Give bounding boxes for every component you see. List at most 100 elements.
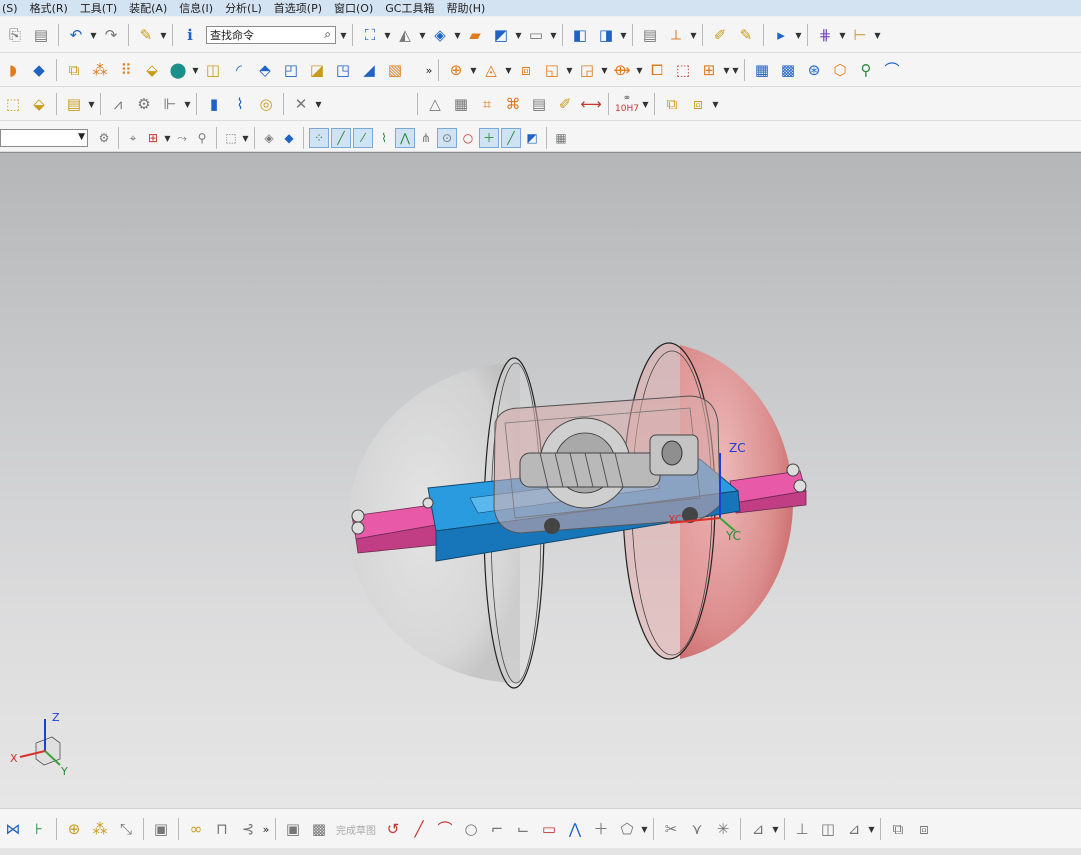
line-icon[interactable]: ╱ [407, 817, 431, 841]
chamfer-icon[interactable]: ⬘ [253, 58, 277, 82]
make-corner-icon[interactable]: ✳ [711, 817, 735, 841]
dimension-line-icon[interactable]: ⟷ [579, 92, 603, 116]
geometric-constraint-icon[interactable]: ⊥ [790, 817, 814, 841]
gc-assembly-2-icon[interactable]: ⧈ [686, 92, 710, 116]
auto-constraint-dropdown-icon[interactable]: ▼ [867, 817, 876, 841]
snap-icon[interactable]: ▸ [769, 23, 793, 47]
more-dropdown-icon[interactable]: ▼ [731, 58, 740, 82]
type-filter-select[interactable]: ▼ [0, 129, 88, 147]
fit-view-icon[interactable]: ⛶ [358, 23, 382, 47]
rectangle-select-dropdown-icon[interactable]: ▼ [241, 126, 250, 150]
gc-gear-icon[interactable]: ⚙ [132, 92, 156, 116]
sequence-icon[interactable]: ⬚ [671, 58, 695, 82]
fit-tolerance-dropdown-icon[interactable]: ▼ [641, 92, 650, 116]
menu-item-window[interactable]: 窗口(O) [334, 0, 373, 16]
point-icon[interactable]: ＋ [589, 817, 613, 841]
pipe-icon[interactable]: ⊓ [210, 817, 234, 841]
ruler-dropdown-icon[interactable]: ▼ [873, 23, 882, 47]
menu-item-gc-toolbox[interactable]: GC工具箱 [385, 0, 434, 16]
gc-rename-icon[interactable]: ⬙ [27, 92, 51, 116]
wave-link-icon[interactable]: ⟴ [610, 58, 634, 82]
more-toolbar-icon[interactable]: » [424, 64, 434, 77]
gc-view-icon[interactable]: ⌘ [501, 92, 525, 116]
mirror-dropdown-icon[interactable]: ▼ [565, 58, 574, 82]
combine-icon[interactable]: ⬙ [140, 58, 164, 82]
select-feature-icon[interactable]: ⌖ [124, 129, 142, 147]
gc-abc-icon[interactable]: ▤ [62, 92, 86, 116]
grid-icon[interactable]: ▦ [552, 129, 570, 147]
menu-item-assembly[interactable]: 装配(A) [129, 0, 167, 16]
layer-dropdown-icon[interactable]: ▼ [514, 23, 523, 47]
unite-dropdown-icon[interactable]: ▼ [191, 58, 200, 82]
center-snap-icon[interactable]: ⊙ [437, 128, 457, 148]
quick-extend-icon[interactable]: ⋎ [685, 817, 709, 841]
circle-icon[interactable]: ○ [459, 817, 483, 841]
gc-part-icon[interactable]: ⬚ [1, 92, 25, 116]
note-icon[interactable]: ▤ [527, 92, 551, 116]
gc-coil-spring-icon[interactable]: ⌇ [228, 92, 252, 116]
quadrant-snap-icon[interactable]: ○ [459, 129, 477, 147]
gc-fastener-icon[interactable]: ✕ [289, 92, 313, 116]
model-canvas[interactable]: ZC YC XC Z X Y [0, 153, 1081, 809]
assembly-add-icon[interactable]: ⊕ [444, 58, 468, 82]
menu-item-preferences[interactable]: 首选项(P) [274, 0, 322, 16]
n-sided-icon[interactable]: ⬡ [828, 58, 852, 82]
background-dropdown-icon[interactable]: ▼ [549, 23, 558, 47]
move-component-icon[interactable]: ⧈ [514, 58, 538, 82]
brush-icon[interactable]: ✐ [553, 92, 577, 116]
shaded-view-icon[interactable]: ◭ [393, 23, 417, 47]
dimension-sketch-dropdown-icon[interactable]: ▼ [771, 817, 780, 841]
shaded-view-dropdown-icon[interactable]: ▼ [418, 23, 427, 47]
background-icon[interactable]: ▭ [524, 23, 548, 47]
dimension-icon[interactable]: ⋕ [813, 23, 837, 47]
display-edit-icon[interactable]: ✎ [734, 23, 758, 47]
gc-abc-dropdown-icon[interactable]: ▼ [87, 92, 96, 116]
shell-icon[interactable]: ◰ [279, 58, 303, 82]
sketch-constraint-icon[interactable]: ⊦ [27, 817, 51, 841]
studio-surface-icon[interactable]: ⚲ [854, 58, 878, 82]
gc-bolt-icon[interactable]: ⊩ [158, 92, 182, 116]
component-group-icon[interactable]: ⁂ [88, 817, 112, 841]
gc-assembly-icon[interactable]: ⧉ [660, 92, 684, 116]
assembly-add-dropdown-icon[interactable]: ▼ [469, 58, 478, 82]
menu-item-s[interactable]: (S) [2, 2, 18, 15]
thicken-icon[interactable]: ▧ [383, 58, 407, 82]
redo-icon[interactable]: ↷ [99, 23, 123, 47]
auto-constraint-icon[interactable]: ⊿ [842, 817, 866, 841]
assembly-constraint-icon[interactable]: ◬ [479, 58, 503, 82]
menu-item-analysis[interactable]: 分析(L) [225, 0, 262, 16]
select-solid-icon[interactable]: ◆ [280, 129, 298, 147]
trim-body-icon[interactable]: ◫ [201, 58, 225, 82]
move-icon[interactable]: ⤡ [114, 817, 138, 841]
chamfer-sketch-icon[interactable]: ⌙ [511, 817, 535, 841]
orient-view-icon[interactable]: ▰ [463, 23, 487, 47]
snap-dropdown-icon[interactable]: ▼ [794, 23, 803, 47]
select-body-icon[interactable]: ◈ [260, 129, 278, 147]
gc-fastener-dropdown-icon[interactable]: ▼ [314, 92, 323, 116]
menu-item-format[interactable]: 格式(R) [30, 0, 68, 16]
sketch-icon[interactable]: ▣ [281, 817, 305, 841]
paste-icon[interactable]: ▤ [29, 23, 53, 47]
gc-spring-icon[interactable]: ⩘ [106, 92, 130, 116]
blend-icon[interactable]: ◜ [227, 58, 251, 82]
gc-cylinder-icon[interactable]: ▮ [202, 92, 226, 116]
undo-dropdown-icon[interactable]: ▼ [89, 23, 98, 47]
alternate-solution-icon[interactable]: ⧈ [912, 817, 936, 841]
select-box-dropdown-icon[interactable]: ▼ [163, 126, 172, 150]
info-icon[interactable]: ℹ [178, 23, 202, 47]
filter-icon[interactable]: ⚙ [95, 129, 113, 147]
command-search-input[interactable]: 查找命令 ⌕ [206, 26, 336, 44]
part-navigator-icon[interactable]: ▤ [638, 23, 662, 47]
finish-sketch-icon[interactable]: ▩ [307, 817, 331, 841]
array-face-icon[interactable]: ⠿ [114, 58, 138, 82]
curve-mesh-icon[interactable]: ▦ [750, 58, 774, 82]
route-icon[interactable]: ⊰ [236, 817, 260, 841]
gc-washer-icon[interactable]: ◎ [254, 92, 278, 116]
menu-item-help[interactable]: 帮助(H) [446, 0, 485, 16]
constraint-box-icon[interactable]: ◫ [816, 817, 840, 841]
convert-reference-icon[interactable]: ⧉ [886, 817, 910, 841]
bridge-surface-icon[interactable]: ⌒ [880, 58, 904, 82]
fit-tolerance-icon[interactable]: ⚭ 10H7 [614, 92, 640, 116]
exploded-dropdown-icon[interactable]: ▼ [600, 58, 609, 82]
on-curve-snap-icon[interactable]: ╱ [501, 128, 521, 148]
